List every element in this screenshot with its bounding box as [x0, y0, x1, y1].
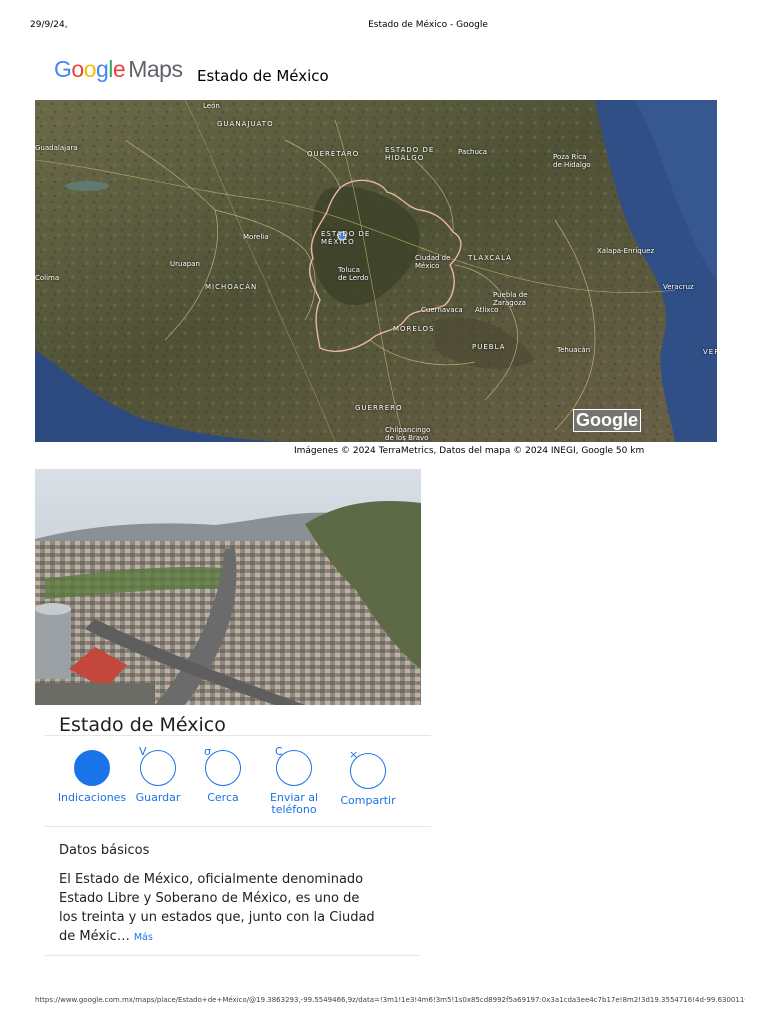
divider — [45, 955, 420, 956]
nearby-icon: σ — [204, 746, 241, 786]
map-attribution: Imágenes © 2024 TerraMetrics, Datos del … — [294, 446, 645, 456]
send-to-phone-icon: C — [275, 746, 312, 786]
map-label-leon: León — [203, 102, 220, 110]
footer-url: https://www.google.com.mx/maps/place/Est… — [35, 996, 745, 1004]
map-label-ver: VER — [703, 348, 717, 356]
save-button[interactable]: V Guardar — [132, 746, 184, 804]
directions-icon: 1 — [73, 746, 110, 786]
map-label-tehuacan: Tehuacán — [557, 346, 591, 354]
share-button[interactable]: × Compartir — [336, 749, 400, 807]
map-label-queretaro: QUERÉTARO — [307, 150, 360, 158]
map-label-cuernavaca: Cuernavaca — [421, 306, 463, 314]
map-label-pachuca: Pachuca — [458, 148, 488, 156]
send-to-phone-button[interactable]: C Enviar al teléfono — [262, 746, 326, 816]
map-label-hidalgo: ESTADO DE HIDALGO — [385, 146, 435, 162]
save-label: Guardar — [135, 791, 181, 804]
directions-label: Indicaciones — [57, 791, 127, 804]
section-title: Datos básicos — [59, 843, 150, 858]
share-label: Compartir — [340, 794, 396, 807]
satellite-map[interactable]: León GUANAJUATO Guadalajara QUERÉTARO ES… — [35, 100, 717, 442]
map-label-edomex: ESTADO DE MÉXICO — [321, 230, 371, 246]
send-to-phone-label: Enviar al teléfono — [269, 791, 319, 816]
map-label-morelia: Morelia — [243, 233, 269, 241]
description-text: El Estado de México, oficialmente denomi… — [59, 872, 375, 944]
more-link[interactable]: Más — [134, 932, 153, 943]
google-watermark: Google — [573, 409, 641, 432]
nearby-button[interactable]: σ Cerca — [198, 746, 248, 804]
map-label-puebla: PUEBLA — [472, 343, 506, 351]
divider — [45, 735, 431, 736]
divider — [45, 826, 431, 827]
print-title: Estado de México - Google — [368, 20, 488, 30]
map-label-chilpancingo: Chilpancingo de los Bravo — [385, 426, 431, 442]
page: 29/9/24, Estado de México - Google Googl… — [0, 0, 768, 1024]
place-photo[interactable] — [35, 469, 421, 705]
map-label-tlaxcala: TLAXCALA — [468, 254, 512, 262]
place-description: El Estado de México, oficialmente denomi… — [59, 870, 379, 947]
share-icon: × — [349, 749, 386, 789]
directions-button[interactable]: 1 Indicaciones — [52, 746, 132, 804]
maps-logo-text: Maps — [128, 56, 183, 82]
panel-title: Estado de México — [59, 714, 226, 736]
map-label-colima: Colima — [35, 274, 60, 282]
map-label-guanajuato: GUANAJUATO — [217, 120, 274, 128]
map-label-morelos: MORELOS — [393, 325, 435, 333]
map-label-xalapa: Xalapa-Enríquez — [597, 247, 655, 255]
map-label-puebla-city: Puebla de Zaragoza — [493, 291, 528, 307]
map-label-poza-rica: Poza Rica de Hidalgo — [553, 153, 591, 169]
map-label-toluca: Toluca de Lerdo — [338, 266, 369, 282]
action-bar: 1 Indicaciones V Guardar σ Cerca C Envia… — [50, 746, 430, 820]
map-label-atlixco: Atlixco — [475, 306, 499, 314]
nearby-label: Cerca — [207, 791, 239, 804]
map-label-uruapan: Uruapan — [170, 260, 200, 268]
map-imagery — [35, 100, 717, 442]
google-logo-text: Google — [54, 56, 126, 82]
page-title: Estado de México — [197, 67, 329, 85]
map-label-cdmx: Ciudad de México — [415, 254, 451, 270]
aerial-city-photo — [35, 469, 421, 705]
bookmark-icon: V — [139, 746, 176, 786]
google-maps-logo[interactable]: Google Maps — [54, 56, 183, 83]
map-label-michoacan: MICHOACÁN — [205, 283, 258, 291]
map-label-guerrero: GUERRERO — [355, 404, 403, 412]
map-label-veracruz: Veracruz — [663, 283, 694, 291]
map-label-guadalajara: Guadalajara — [35, 144, 78, 152]
